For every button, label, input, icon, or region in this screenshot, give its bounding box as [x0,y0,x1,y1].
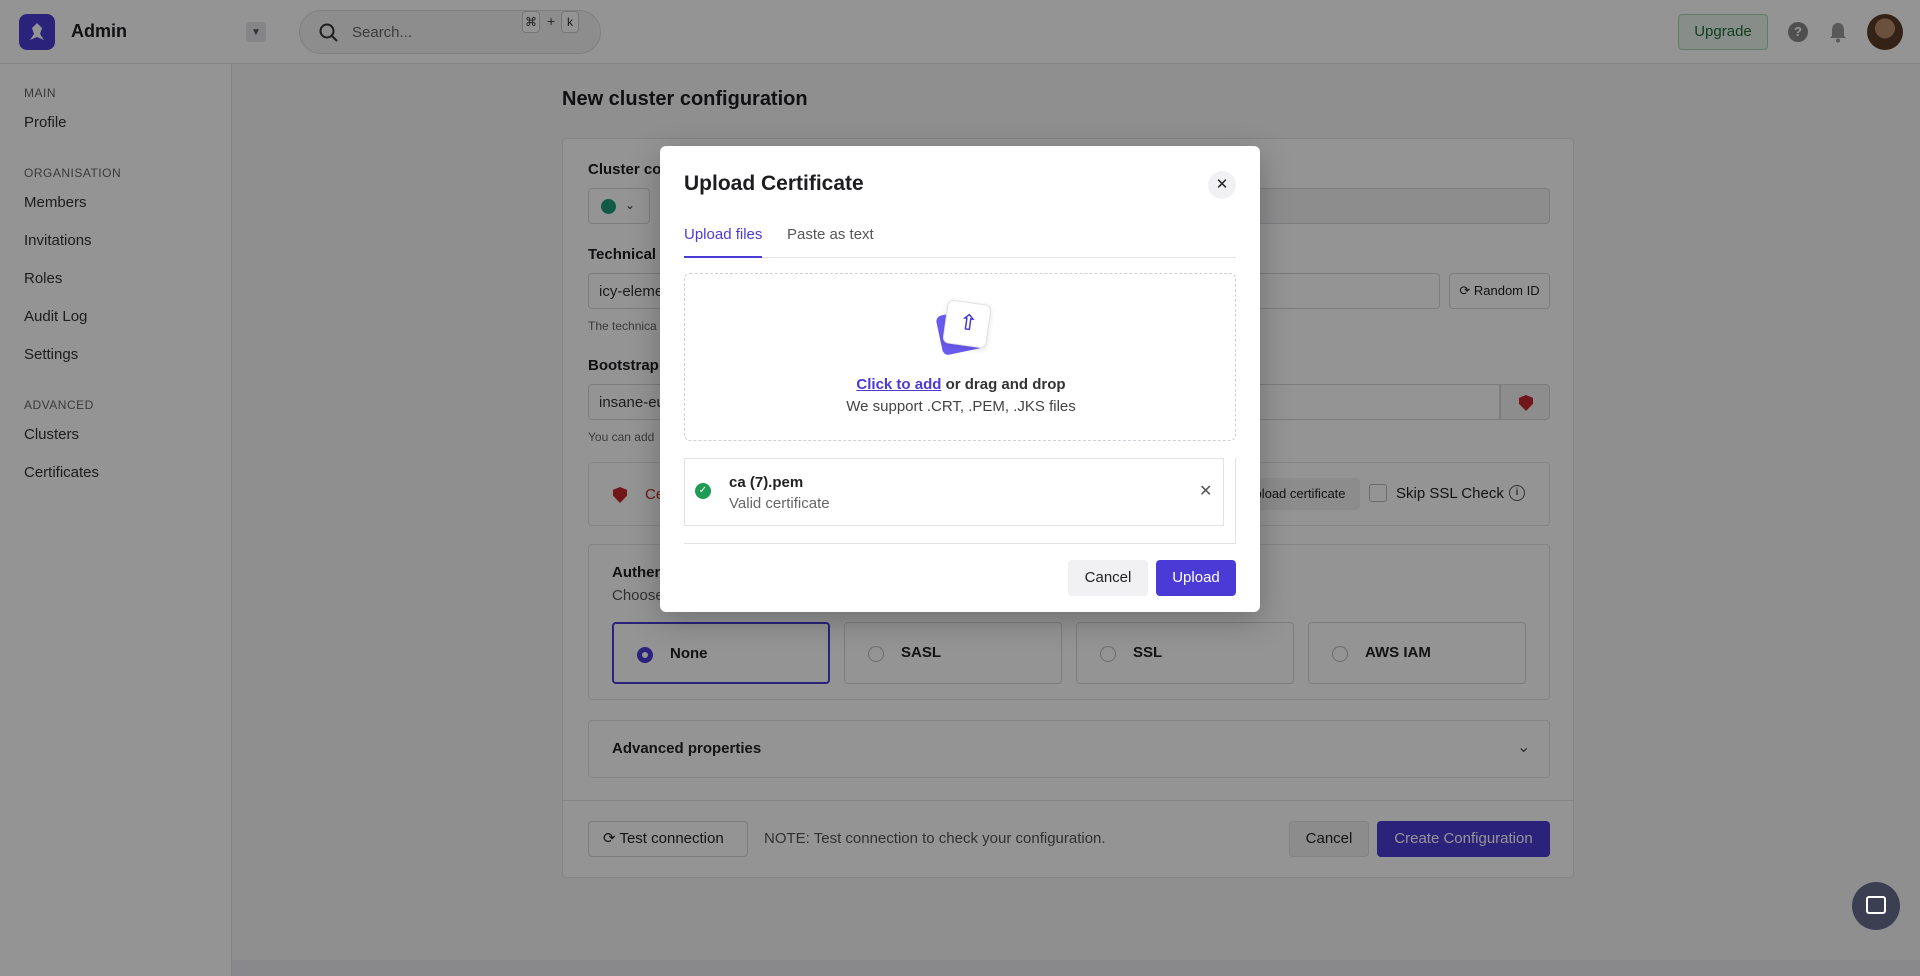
dialog-title: Upload Certificate [684,172,864,195]
drag-drop-text: or drag and drop [941,376,1066,393]
dialog-cancel-button[interactable]: Cancel [1068,560,1148,596]
list-item: ✓ ca (7).pem Valid certificate ✕ [684,458,1224,526]
dialog-upload-button[interactable]: Upload [1156,560,1236,596]
file-status: Valid certificate [729,495,830,512]
file-dropzone[interactable]: ⇧ Click to add or drag and drop We suppo… [684,273,1236,441]
close-icon[interactable]: ✕ [1208,171,1236,199]
click-to-add-link[interactable]: Click to add [856,376,941,393]
tab-upload-files[interactable]: Upload files [684,226,763,258]
supported-formats-text: We support .CRT, .PEM, .JKS files [846,398,1076,415]
upload-icon: ⇧ [933,298,993,356]
remove-file-icon[interactable]: ✕ [1199,481,1212,501]
chat-launcher[interactable] [1852,882,1900,930]
upload-certificate-dialog: Upload Certificate ✕ Upload files Paste … [660,146,1260,612]
chat-icon [1866,896,1886,914]
tab-paste-as-text[interactable]: Paste as text [787,226,874,258]
check-circle-icon: ✓ [695,483,711,499]
file-name: ca (7).pem [729,474,804,491]
dialog-tabs: Upload files Paste as text [684,226,1236,258]
file-list[interactable]: ✓ ca (7).pem Valid certificate ✕ [684,458,1236,544]
dropzone-instruction: Click to add or drag and drop [685,376,1237,393]
